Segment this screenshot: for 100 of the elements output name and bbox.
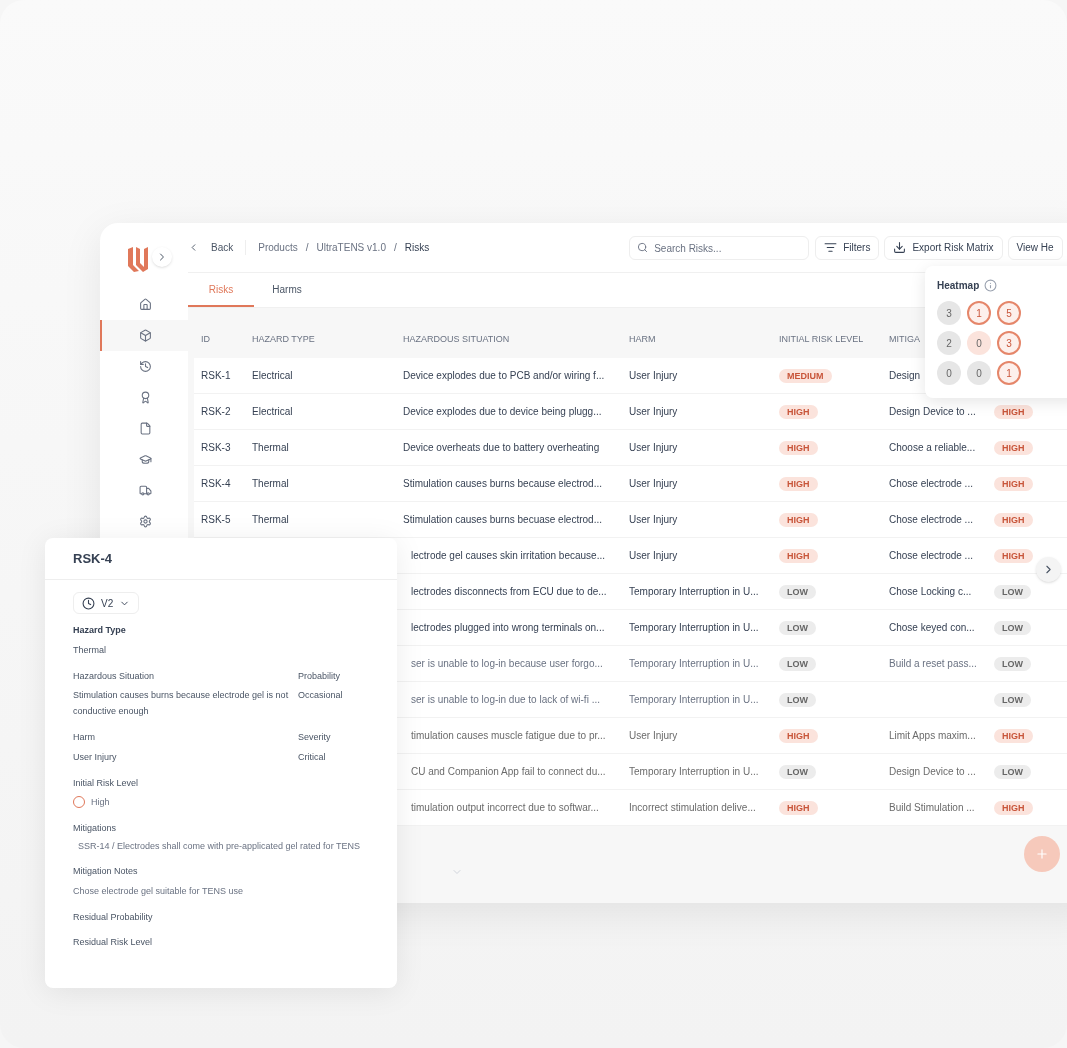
breadcrumb-link[interactable]: Risks [404,240,430,255]
table-cell: Chose Locking c... [889,586,972,597]
risk-level-label: MEDIUM [779,368,832,383]
column-header: MITIGA [889,333,920,347]
table-cell: User Injury [629,370,678,381]
risk-level-label: LOW [994,584,1031,599]
breadcrumb-link[interactable]: UltraTENS v1.0 [316,240,386,255]
heatmap-count[interactable]: 0 [967,361,991,385]
breadcrumb-separator: / [305,241,309,255]
heatmap-count[interactable]: 3 [937,301,961,325]
table-cell: ser is unable to log-in due to lack of wi-fi ... [411,694,600,705]
risk-level-label: LOW [779,764,816,779]
heatmap-count[interactable]: 1 [997,361,1021,385]
risk-level-label: HIGH [994,440,1033,455]
risk-level-label: HIGH [779,548,818,563]
table-cell: User Injury [629,406,678,417]
sidebar-toggle-button[interactable] [152,247,172,267]
heatmap-count[interactable]: 3 [997,331,1021,355]
field-value: Thermal [73,643,107,657]
mitigation-chip[interactable]: SSR-14 / Electrodes shall come with pre-applicated gel rated for TENS [73,839,365,853]
search-icon [637,241,649,253]
table-cell: Chose electrode ... [889,550,973,561]
column-header: HAZARDOUS SITUATION [403,333,511,347]
field-label: Probability [298,669,342,683]
risk-level-label: HIGH [779,404,818,419]
table-cell: Build a reset pass... [889,658,977,669]
risk-level-label: LOW [779,656,816,671]
field-label: Mitigation Notes [73,865,139,878]
table-cell: Design Device to ... [889,766,976,777]
risk-level-label: HIGH [779,440,818,455]
risk-level-label: LOW [994,656,1031,671]
risk-level-label: LOW [994,620,1031,635]
risk-level-label: HIGH [994,476,1033,491]
risk-level-label: LOW [779,584,816,599]
table-cell: Design [889,370,921,381]
field-value: Chose electrode gel suitable for TENS use [73,884,244,898]
table-cell: RSK-3 [201,442,231,453]
heatmap-count[interactable]: 0 [967,331,991,355]
table-cell: Chose electrode ... [889,478,973,489]
table-cell: User Injury [629,730,678,741]
table-cell: Thermal [252,514,289,525]
logo-icon [125,245,151,273]
risk-level-label: LOW [779,620,816,635]
column-header: INITIAL RISK LEVEL [779,333,865,347]
field-label: Residual Risk Level [73,936,154,949]
field-label: Harm [73,731,96,744]
version-dropdown[interactable]: V2 [73,592,140,614]
settings-icon [138,515,152,528]
table-cell: Design Device to ... [889,406,976,417]
export-button[interactable]: Export Risk Matrix [884,235,1003,260]
sidebar-item[interactable] [100,320,188,351]
file-icon [138,422,152,435]
field-value: Stimulation causes burns because electrode gel is not conductive enough [73,689,290,718]
heatmap-count[interactable]: 5 [997,301,1021,325]
tab[interactable]: Harms [254,273,320,307]
view-button[interactable]: View He [1007,235,1063,260]
box-icon [138,329,152,342]
table-cell: Build Stimulation ... [889,802,975,813]
table-cell: Temporary Interruption in U... [629,694,759,705]
table-cell: CU and Companion App fail to connect du... [411,766,606,777]
search-field[interactable]: Search Risks... [629,236,810,261]
field-label: Severity [298,731,331,744]
table-cell: User Injury [629,550,678,561]
risk-level-label: HIGH [994,548,1033,563]
table-cell: lectrode gel causes skin irritation because... [411,550,605,561]
plus-icon [1035,847,1049,861]
risk-level-label: LOW [779,692,816,707]
risk-level-label: HIGH [779,512,818,527]
table-cell: RSK-4 [201,478,231,489]
risk-level-label: HIGH [994,800,1033,815]
field-value: High [91,796,110,809]
filters-button[interactable]: Filters [815,235,880,260]
risk-level-label: LOW [994,692,1031,707]
heatmap-count[interactable]: 0 [937,361,961,385]
home-icon [138,298,152,311]
table-cell: Device explodes due to device being plugg... [403,406,602,417]
table-cell: lectrodes plugged into wrong terminals on... [411,622,605,633]
field-value: Occasional [298,689,343,702]
heatmap-count[interactable]: 1 [967,301,991,325]
risk-level-label: HIGH [994,404,1033,419]
risk-level-label: HIGH [779,800,818,815]
back-button[interactable]: Back [188,240,247,255]
table-cell: Temporary Interruption in U... [629,586,759,597]
table-cell: User Injury [629,514,678,525]
breadcrumb-separator: / [393,241,397,255]
field-label: Mitigations [73,822,118,835]
table-cell: Thermal [252,478,289,489]
download-icon [893,241,907,254]
table-cell: timulation causes muscle fatigue due to pr... [411,730,606,741]
table-cell: RSK-1 [201,370,231,381]
filter-icon [824,241,838,254]
field-label: Hazard Type [73,624,127,637]
info-icon [984,279,998,292]
table-cell: User Injury [629,442,678,453]
table-cell: Electrical [252,406,293,417]
field-label: Initial Risk Level [73,776,140,790]
history-icon [138,360,152,373]
heatmap-count[interactable]: 2 [937,331,961,355]
table-cell: Stimulation causes burns becuase electrod... [403,514,602,525]
breadcrumb-link[interactable]: Products [258,240,298,255]
